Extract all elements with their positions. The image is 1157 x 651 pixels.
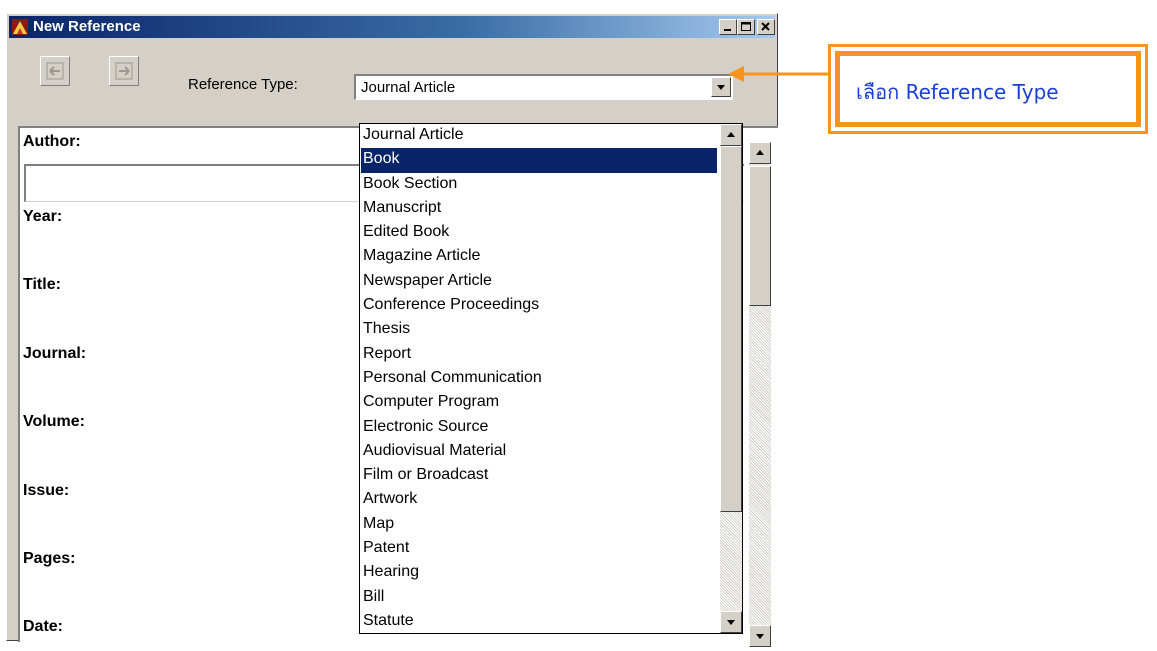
reference-type-option[interactable]: Computer Program: [361, 391, 717, 415]
callout-arrow-icon: [728, 66, 833, 82]
reference-type-option[interactable]: Bill: [361, 586, 717, 610]
reference-type-option[interactable]: Book Section: [361, 173, 717, 197]
dropdown-scrollbar[interactable]: [720, 124, 742, 633]
reference-type-option[interactable]: Map: [361, 513, 717, 537]
close-button[interactable]: [757, 19, 775, 35]
reference-type-option[interactable]: Personal Communication: [361, 367, 717, 391]
chevron-up-icon: [727, 132, 735, 137]
reference-type-option[interactable]: Manuscript: [361, 197, 717, 221]
close-icon: [761, 22, 770, 31]
window-title: New Reference: [33, 18, 141, 35]
endnote-app-icon: [12, 19, 28, 35]
annotation-callout: เลือก Reference Type: [828, 44, 1148, 134]
form-scrollbar[interactable]: [749, 142, 771, 647]
reference-type-option[interactable]: Hearing: [361, 561, 717, 585]
reference-type-select[interactable]: Journal Article: [354, 74, 733, 100]
reference-type-dropdown-list[interactable]: Journal Article Book Book Section Manuscrip…: [359, 123, 743, 634]
title-bar[interactable]: New Reference: [9, 16, 775, 38]
chevron-down-icon: [756, 634, 764, 639]
pages-label: Pages:: [23, 550, 76, 567]
previous-reference-icon: [46, 62, 64, 80]
minimize-button[interactable]: [719, 19, 737, 35]
reference-type-option[interactable]: Patent: [361, 537, 717, 561]
reference-type-option[interactable]: Film or Broadcast: [361, 464, 717, 488]
next-reference-button[interactable]: [109, 56, 139, 86]
next-reference-icon: [115, 62, 133, 80]
reference-type-options: Journal Article Book Book Section Manuscrip…: [361, 124, 717, 634]
title-label: Title:: [23, 276, 61, 293]
minimize-icon: [724, 29, 731, 31]
reference-type-option[interactable]: Edited Book: [361, 221, 717, 245]
volume-label: Volume:: [23, 413, 85, 430]
maximize-icon: [741, 22, 751, 31]
author-label: Author:: [23, 133, 81, 150]
reference-type-option[interactable]: Conference Proceedings: [361, 294, 717, 318]
callout-text: เลือก Reference Type: [856, 80, 1059, 104]
date-label: Date:: [23, 618, 64, 635]
previous-reference-button[interactable]: [40, 56, 70, 86]
reference-type-option[interactable]: Report: [361, 343, 717, 367]
maximize-button[interactable]: [737, 19, 755, 35]
scroll-up-button[interactable]: [749, 142, 771, 164]
scroll-thumb[interactable]: [749, 166, 771, 306]
dropdown-scroll-down-button[interactable]: [720, 611, 742, 633]
new-reference-window: New Reference Reference Type: Journal Ar…: [6, 13, 778, 647]
dropdown-scroll-thumb[interactable]: [720, 146, 742, 512]
dropdown-scroll-up-button[interactable]: [720, 124, 742, 146]
journal-label: Journal:: [23, 345, 87, 362]
reference-type-option[interactable]: Magazine Article: [361, 245, 717, 269]
reference-type-label: Reference Type:: [188, 76, 298, 93]
reference-type-option[interactable]: Book: [361, 148, 717, 173]
reference-type-value: Journal Article: [361, 79, 456, 96]
chevron-down-icon: [727, 620, 735, 625]
reference-type-option[interactable]: Newspaper Article: [361, 270, 717, 294]
issue-label: Issue:: [23, 482, 70, 499]
reference-type-option[interactable]: Journal Article: [361, 124, 717, 148]
reference-type-option[interactable]: Electronic Source: [361, 416, 717, 440]
chevron-up-icon: [756, 150, 764, 155]
reference-type-option[interactable]: Artwork: [361, 488, 717, 512]
year-label: Year:: [23, 208, 63, 225]
reference-type-option[interactable]: Thesis: [361, 318, 717, 342]
reference-type-option[interactable]: Statute: [361, 610, 717, 634]
reference-type-option[interactable]: Audiovisual Material: [361, 440, 717, 464]
